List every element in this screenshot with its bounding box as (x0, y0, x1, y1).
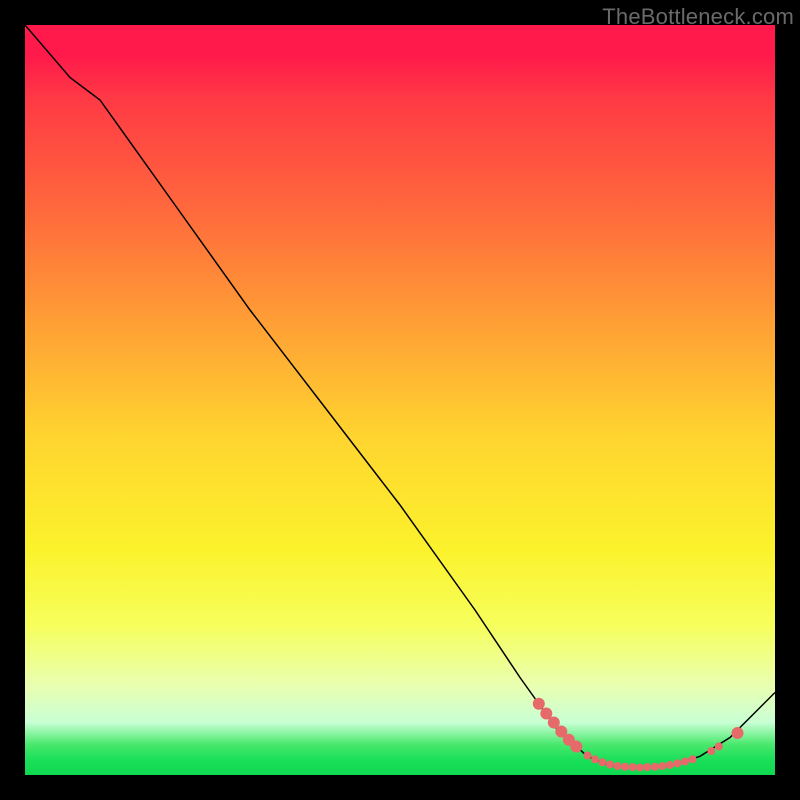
curve-marker (681, 758, 689, 766)
curve-marker (629, 763, 637, 771)
curve-marker (621, 763, 629, 771)
curve-marker (644, 763, 652, 771)
curve-marker (651, 763, 659, 771)
curve-marker (636, 764, 644, 772)
curve-marker (548, 717, 560, 729)
curve-marker (659, 762, 667, 770)
curve-marker (674, 759, 682, 767)
curve-marker (732, 727, 744, 739)
curve-markers (533, 698, 744, 772)
curve-marker (689, 755, 697, 763)
curve-marker (666, 761, 674, 769)
curve-layer (25, 25, 775, 775)
chart-container: TheBottleneck.com (0, 0, 800, 800)
curve-marker (614, 762, 622, 770)
curve-marker (570, 741, 582, 753)
curve-marker (584, 752, 592, 760)
curve-marker (599, 758, 607, 766)
curve-marker (707, 747, 715, 755)
plot-area (25, 25, 775, 775)
curve-marker (606, 761, 614, 769)
curve-marker (540, 708, 552, 720)
curve-marker (533, 698, 545, 710)
curve-marker (555, 726, 567, 738)
bottleneck-curve (25, 25, 775, 768)
curve-marker (591, 755, 599, 763)
curve-marker (715, 743, 723, 751)
curve-marker (563, 734, 575, 746)
